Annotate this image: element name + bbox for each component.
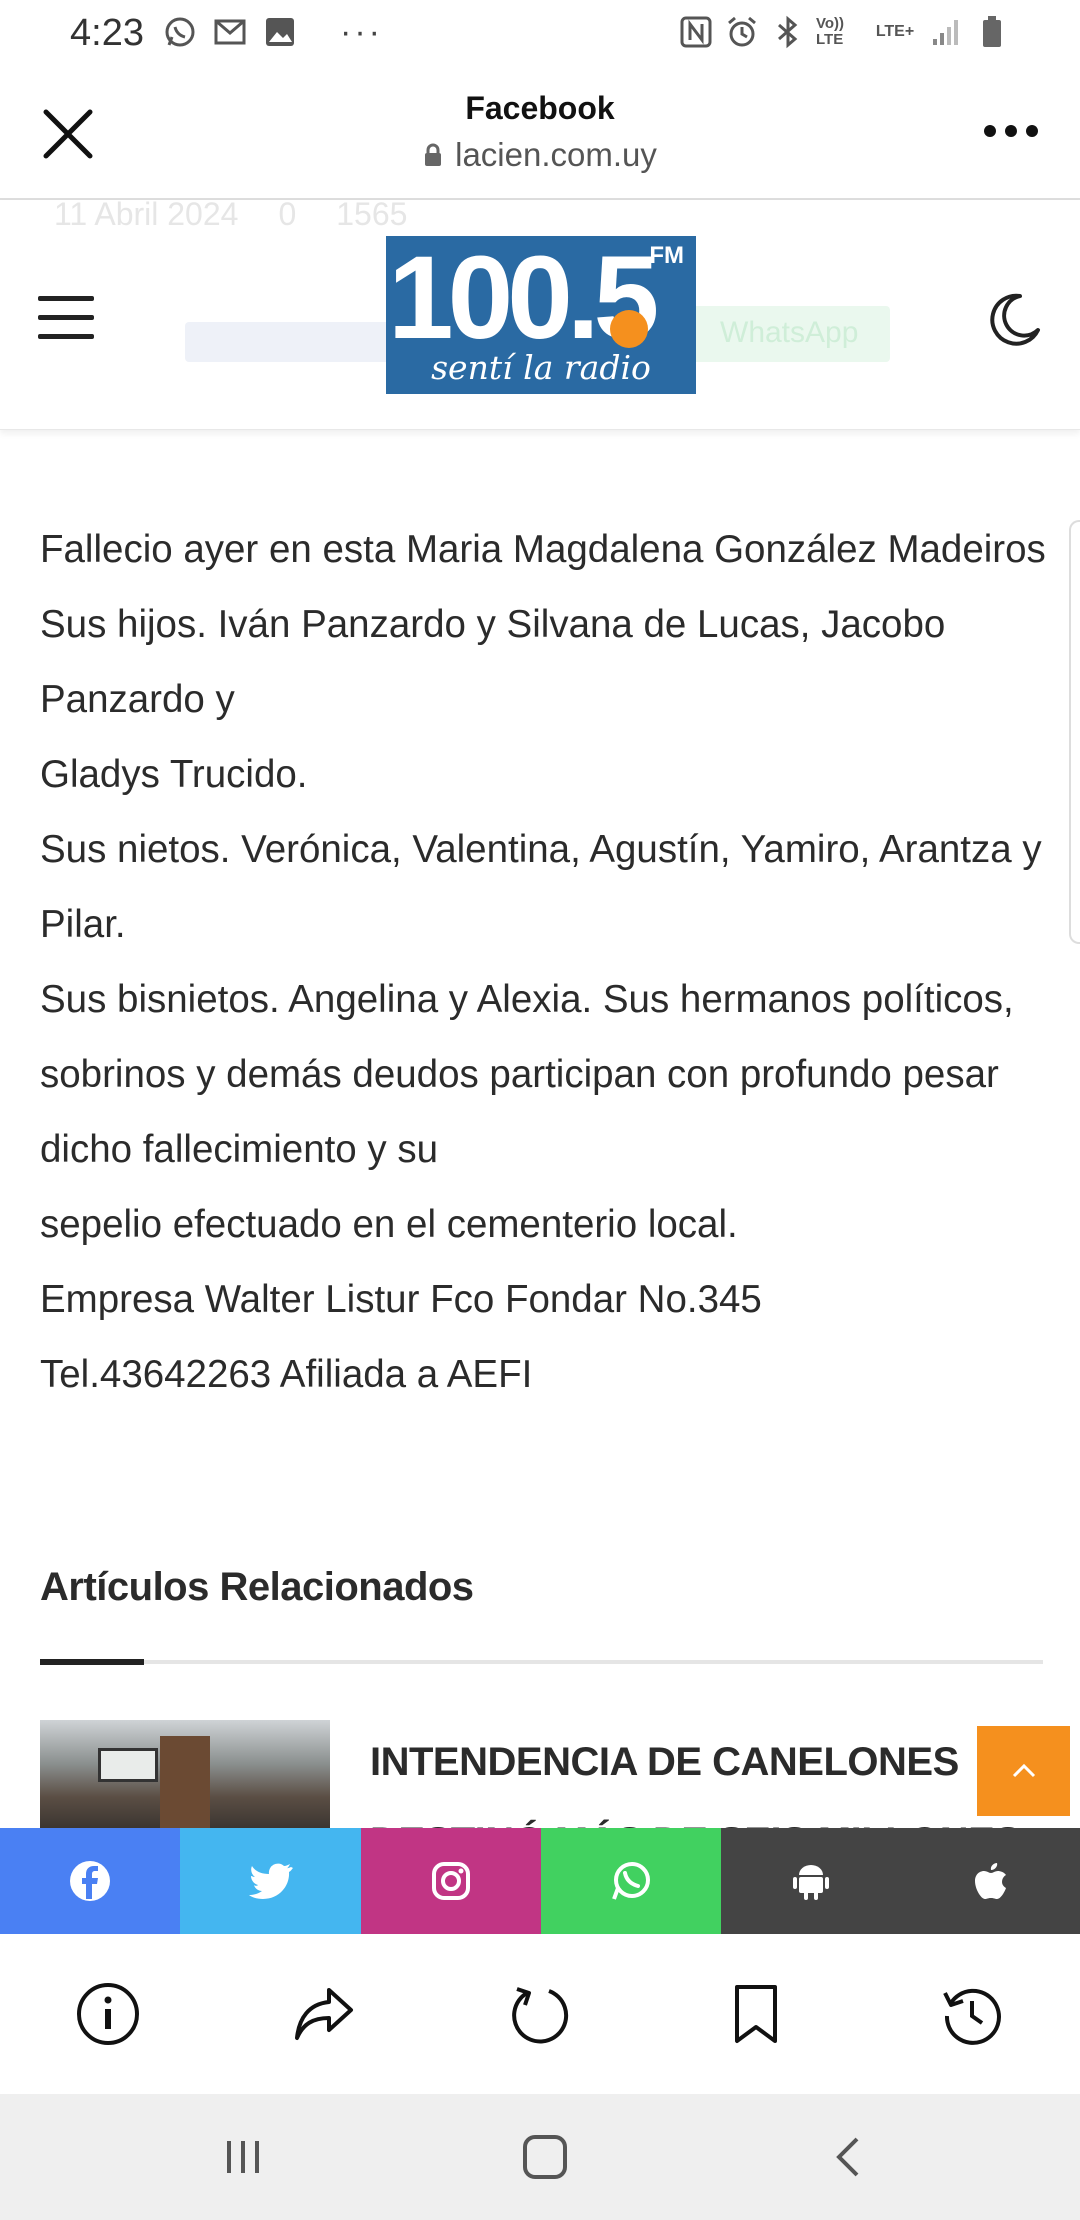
recents-button[interactable] bbox=[203, 2124, 283, 2190]
dark-mode-toggle[interactable] bbox=[986, 292, 1042, 348]
article-line: Tel.43642263 Afiliada a AEFI bbox=[40, 1353, 533, 1396]
related-articles-heading: Artículos Relacionados bbox=[40, 1565, 474, 1609]
logo-dot bbox=[610, 310, 648, 348]
info-icon bbox=[77, 1983, 139, 2045]
back-button[interactable] bbox=[808, 2124, 888, 2190]
share-icon bbox=[295, 1988, 353, 2040]
article-line: Sus hijos. Iván Panzardo y Silvana de Lu… bbox=[40, 603, 946, 721]
status-notification-icons: ··· bbox=[162, 14, 383, 50]
recents-icon bbox=[227, 2141, 259, 2173]
custom-tab-header: Facebook lacien.com.uy bbox=[0, 64, 1080, 200]
share-button[interactable] bbox=[216, 1934, 432, 2094]
history-icon bbox=[943, 1988, 1001, 2045]
thumbnail-door bbox=[160, 1736, 210, 1830]
logo-tagline: sentí la radio bbox=[431, 348, 651, 387]
instagram-button[interactable] bbox=[361, 1828, 541, 1934]
home-button[interactable] bbox=[505, 2124, 585, 2190]
tab-title: Facebook bbox=[465, 90, 615, 126]
battery-icon bbox=[974, 14, 1010, 50]
article-line: sepelio efectuado en el cementerio local… bbox=[40, 1203, 738, 1246]
android-app-button[interactable] bbox=[721, 1828, 901, 1934]
apple-app-button[interactable] bbox=[901, 1828, 1080, 1934]
article-line: Fallecio ayer en esta Maria Magdalena Go… bbox=[40, 528, 1046, 571]
refresh-button[interactable] bbox=[432, 1934, 648, 2094]
article-line: Gladys Trucido. bbox=[40, 753, 308, 796]
gallery-icon bbox=[262, 14, 298, 50]
hamburger-icon-bar bbox=[38, 315, 94, 320]
android-icon bbox=[793, 1865, 829, 1900]
scroll-to-top-button[interactable] bbox=[977, 1726, 1070, 1816]
whatsapp-button[interactable] bbox=[541, 1828, 721, 1934]
social-share-bar bbox=[0, 1828, 1080, 1934]
browser-toolbar bbox=[0, 1934, 1080, 2094]
article-body: Fallecio ayer en esta Maria Magdalena Go… bbox=[40, 512, 1050, 1412]
article-line: Empresa Walter Listur Fco Fondar No.345 bbox=[40, 1278, 762, 1321]
system-navigation-bar bbox=[0, 2094, 1080, 2220]
history-button[interactable] bbox=[864, 1934, 1080, 2094]
volte-icon: Vo)) LTE bbox=[816, 15, 845, 48]
thumbnail-screen bbox=[98, 1748, 158, 1782]
apple-icon bbox=[974, 1863, 1006, 1899]
logo-number: 100.5 bbox=[388, 236, 659, 364]
lock-icon bbox=[425, 143, 442, 166]
status-more-notifications: ··· bbox=[340, 13, 383, 51]
refresh-icon bbox=[512, 1987, 569, 2044]
article-line: Sus nietos. Verónica, Valentina, Agustín… bbox=[40, 828, 1042, 946]
page-scrollbar[interactable] bbox=[1069, 520, 1080, 944]
status-time: 4:23 bbox=[70, 12, 144, 54]
related-divider bbox=[40, 1660, 1043, 1664]
more-options-button[interactable] bbox=[982, 116, 1040, 146]
moon-icon bbox=[990, 293, 1040, 346]
menu-button[interactable] bbox=[38, 296, 94, 342]
logo-fm: FM bbox=[649, 242, 684, 269]
hamburger-icon-bar bbox=[38, 296, 94, 301]
article-line: Sus bisnietos. Angelina y Alexia. Sus he… bbox=[40, 978, 1014, 1171]
chevron-up-icon bbox=[1012, 1763, 1035, 1778]
bluetooth-icon bbox=[770, 14, 806, 50]
whatsapp-icon bbox=[612, 1862, 650, 1900]
tab-url-row: lacien.com.uy bbox=[0, 136, 1080, 174]
more-horizontal-icon bbox=[984, 125, 1038, 137]
bookmark-button[interactable] bbox=[648, 1934, 864, 2094]
site-logo[interactable]: 100.5 FM sentí la radio bbox=[386, 236, 696, 394]
related-article-thumbnail[interactable] bbox=[40, 1720, 330, 1830]
twitter-button[interactable] bbox=[180, 1828, 361, 1934]
status-system-icons: Vo)) LTE LTE+ bbox=[678, 14, 1010, 50]
nfc-icon bbox=[678, 14, 714, 50]
back-icon bbox=[836, 2137, 859, 2177]
hamburger-icon-bar bbox=[38, 334, 94, 339]
gmail-icon bbox=[212, 14, 248, 50]
tab-url: lacien.com.uy bbox=[455, 136, 657, 173]
facebook-icon bbox=[70, 1861, 110, 1901]
lte-icon: LTE+ bbox=[875, 23, 915, 40]
twitter-icon bbox=[248, 1863, 293, 1899]
home-icon bbox=[523, 2135, 567, 2179]
alarm-icon bbox=[724, 14, 760, 50]
whatsapp-icon bbox=[162, 14, 198, 50]
facebook-button[interactable] bbox=[0, 1828, 180, 1934]
related-divider-accent bbox=[40, 1659, 144, 1665]
bookmark-icon bbox=[735, 1985, 777, 2043]
instagram-icon bbox=[432, 1862, 470, 1900]
page-info-button[interactable] bbox=[0, 1934, 216, 2094]
status-bar: 4:23 ··· Vo)) LTE LTE+ bbox=[0, 0, 1080, 64]
signal-icon bbox=[928, 14, 964, 50]
